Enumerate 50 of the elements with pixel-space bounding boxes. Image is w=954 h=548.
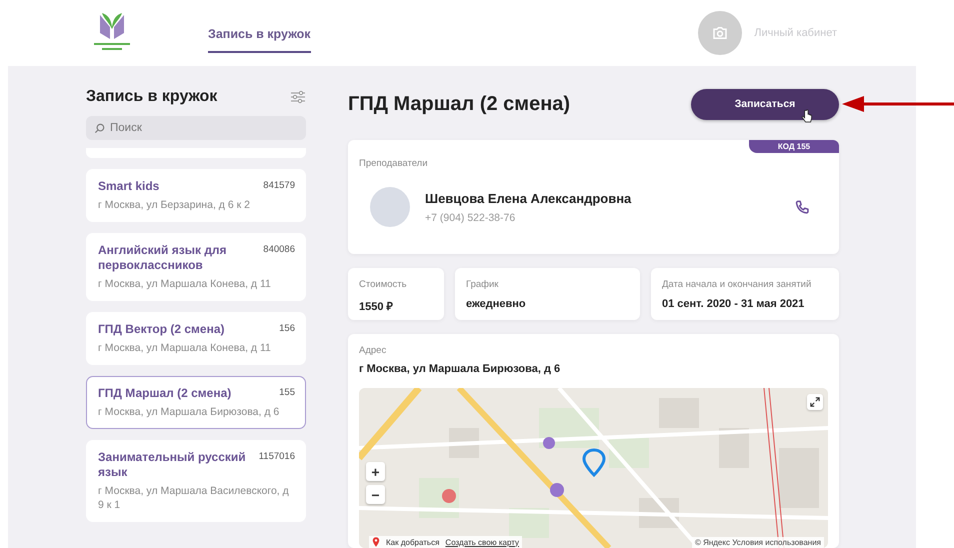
hand-cursor-icon: [801, 108, 812, 124]
route-link[interactable]: Как добраться: [386, 538, 440, 546]
club-name: ГПД Маршал (2 смена): [98, 386, 232, 401]
create-map-link[interactable]: Создать свою карту: [445, 538, 520, 546]
club-address: г Москва, ул Берзарина, д 6 к 2: [98, 198, 251, 212]
club-name: Smart kids: [98, 179, 160, 194]
expand-icon: [810, 397, 820, 407]
code-badge: КОД 155: [749, 140, 839, 153]
section-label: Преподаватели: [359, 158, 428, 169]
search-icon: [94, 123, 105, 134]
teacher-phone: +7 (904) 522-38-76: [425, 212, 516, 224]
club-code: 841579: [263, 180, 295, 191]
club-card[interactable]: ГПД Вектор (2 смена) 156 г Москва, ул Маршала Конева, д 11: [86, 312, 306, 365]
section-label: Адрес: [359, 345, 388, 356]
club-code: 156: [279, 323, 295, 334]
teacher-name: Шевцова Елена Александровна: [425, 190, 632, 206]
club-name: ГПД Вектор (2 смена): [98, 322, 225, 337]
club-card[interactable]: ГПД Маршал (2 смена) 155 г Москва, ул Маршала Бирюзова, д 6: [86, 376, 306, 429]
camera-icon: [711, 24, 730, 42]
zoom-in-button[interactable]: +: [366, 462, 385, 481]
club-name: Английский язык для первоклассников: [98, 243, 228, 273]
info-label: Дата начала и окончания занятий: [662, 279, 812, 290]
phone-icon[interactable]: [795, 200, 810, 214]
filter-icon[interactable]: [290, 90, 306, 104]
zoom-out-button[interactable]: −: [366, 485, 385, 504]
enroll-button[interactable]: Записаться: [691, 88, 839, 120]
info-value: 1550 ₽: [359, 300, 394, 313]
club-address: г Москва, ул Маршала Конева, д 11: [98, 277, 272, 291]
info-value: ежедневно: [466, 298, 527, 310]
club-address: г Москва, ул Маршала Конева, д 11: [98, 341, 272, 355]
club-code: 1157016: [258, 451, 295, 462]
info-label: Стоимость: [359, 279, 408, 290]
club-card[interactable]: Smart kids 841579 г Москва, ул Берзарина, д 6 к 2: [86, 169, 306, 222]
avatar-photo: [370, 187, 410, 227]
info-value: 01 сент. 2020 - 31 мая 2021: [662, 298, 806, 310]
fullscreen-button[interactable]: [807, 394, 823, 410]
club-code: 155: [279, 387, 295, 398]
address-value: г Москва, ул Маршала Бирюзова, д 6: [359, 363, 562, 375]
club-address: г Москва, ул Маршала Бирюзова, д 6: [98, 405, 280, 419]
club-card[interactable]: Занимательный русский язык 1157016 г Москва, ул Маршала Василевского, д 9 к 1: [86, 440, 306, 522]
sidebar-title: Запись в кружок: [86, 88, 218, 106]
club-name: Занимательный русский язык: [98, 450, 247, 480]
search-field[interactable]: Поиск: [86, 116, 306, 140]
nav-tab[interactable]: Запись в кружок: [208, 19, 311, 53]
club-address: г Москва, ул Маршала Василевского, д 9 к 1: [98, 484, 290, 512]
club-code: 840086: [263, 244, 295, 255]
map-copyright: © Яндекс Условия использования: [692, 537, 824, 548]
info-label: График: [466, 279, 500, 290]
club-title: ГПД Маршал (2 смена): [348, 92, 570, 116]
club-card[interactable]: Английский язык для первоклассников 840086 г Москва, ул Маршала Конева, д 11: [86, 233, 306, 301]
